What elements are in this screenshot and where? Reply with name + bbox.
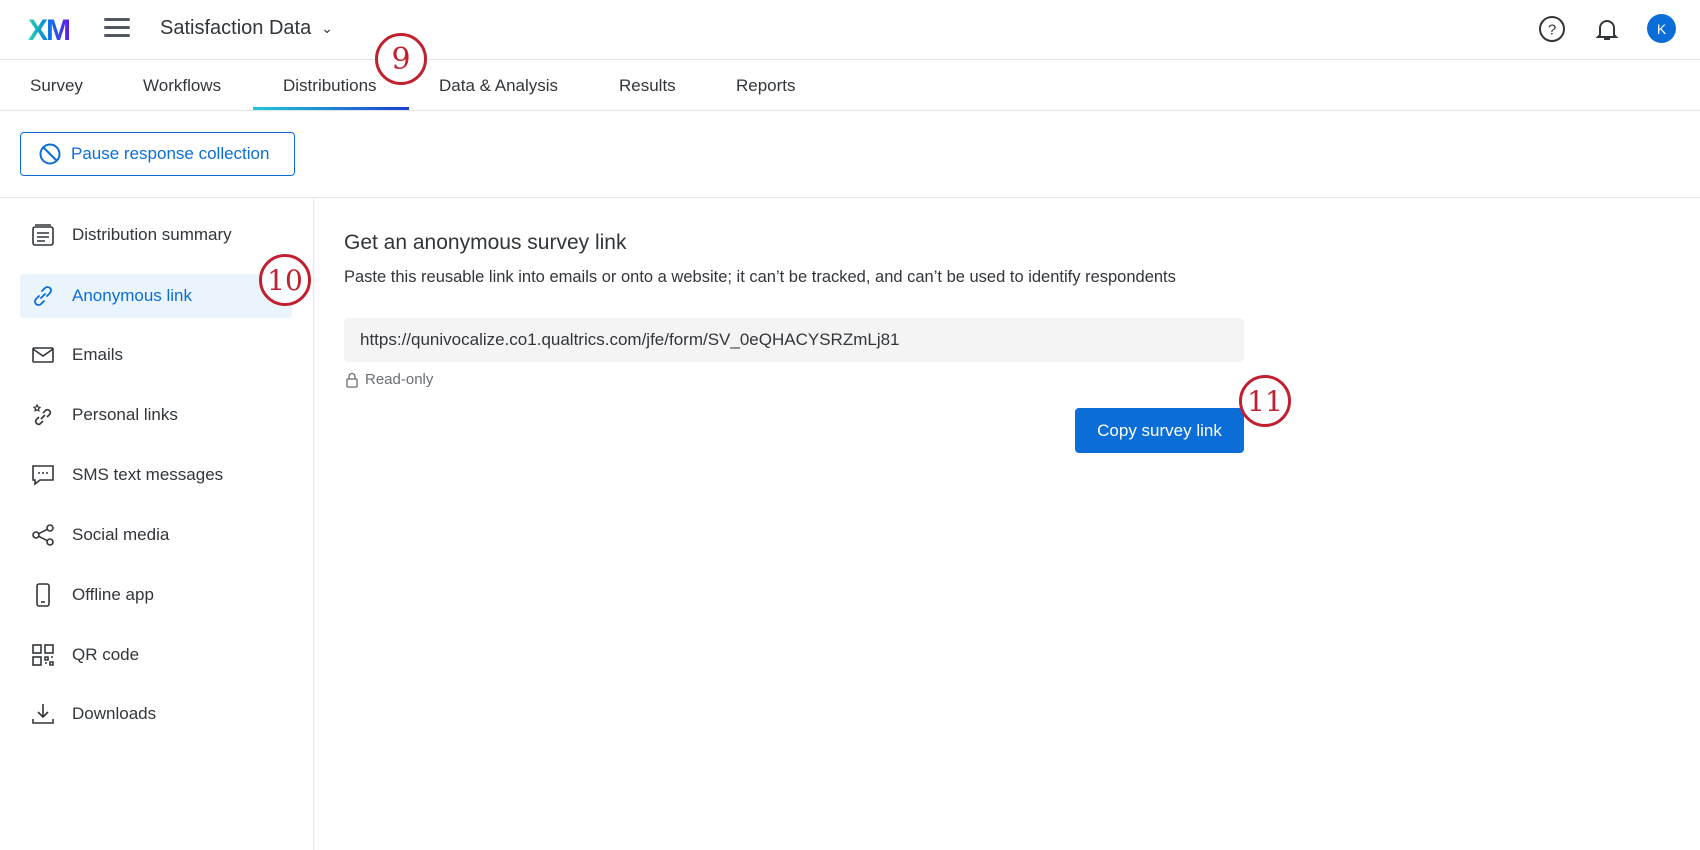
section-description: Paste this reusable link into emails or … bbox=[344, 268, 1176, 286]
tab-survey[interactable]: Survey bbox=[30, 76, 83, 96]
bell-icon[interactable] bbox=[1593, 15, 1621, 43]
personal-link-icon bbox=[32, 403, 52, 426]
survey-link-field[interactable]: https://qunivocalize.co1.qualtrics.com/j… bbox=[344, 318, 1244, 362]
sidebar-item-qr-code[interactable]: QR code bbox=[20, 633, 292, 677]
tab-data-analysis[interactable]: Data & Analysis bbox=[439, 76, 558, 96]
sidebar-item-offline-app[interactable]: Offline app bbox=[20, 573, 292, 617]
svg-text:?: ? bbox=[1548, 22, 1556, 39]
sidebar-label: Anonymous link bbox=[72, 286, 193, 305]
active-tab-indicator bbox=[253, 107, 409, 110]
tab-results[interactable]: Results bbox=[619, 76, 676, 96]
chevron-down-icon: ⌄ bbox=[321, 20, 333, 36]
sidebar-label: Offline app bbox=[72, 585, 154, 604]
sidebar-label: Social media bbox=[72, 525, 170, 544]
help-icon[interactable]: ? bbox=[1538, 15, 1566, 43]
top-header: XM Satisfaction Data ⌄ ? K bbox=[0, 0, 1700, 60]
annotation-marker: 11 bbox=[1239, 375, 1291, 427]
sidebar-item-downloads[interactable]: Downloads bbox=[20, 692, 292, 736]
sidebar-item-anonymous-link[interactable]: Anonymous link bbox=[20, 274, 292, 318]
project-name: Satisfaction Data bbox=[160, 17, 312, 39]
tab-workflows[interactable]: Workflows bbox=[143, 76, 221, 96]
annotation-marker: 10 bbox=[259, 254, 311, 306]
link-icon bbox=[34, 286, 52, 306]
chat-icon bbox=[32, 465, 54, 486]
xm-logo[interactable]: XM bbox=[28, 14, 71, 48]
pause-response-collection-button[interactable]: Pause response collection bbox=[20, 132, 295, 176]
read-only-label: Read-only bbox=[365, 371, 434, 388]
tab-reports[interactable]: Reports bbox=[736, 76, 796, 96]
qr-code-icon bbox=[32, 644, 54, 666]
sidebar-label: Downloads bbox=[72, 704, 157, 723]
lock-icon bbox=[346, 372, 358, 388]
pause-label: Pause response collection bbox=[71, 144, 270, 163]
sidebar-divider bbox=[313, 198, 314, 850]
sidebar-label: SMS text messages bbox=[72, 465, 224, 484]
sidebar-item-emails[interactable]: Emails bbox=[20, 333, 292, 377]
tab-bar: Survey Workflows Distributions Data & An… bbox=[0, 60, 1700, 111]
section-title: Get an anonymous survey link bbox=[344, 231, 627, 254]
phone-icon bbox=[36, 583, 50, 607]
sidebar-item-personal-links[interactable]: Personal links bbox=[20, 393, 292, 437]
menu-icon[interactable] bbox=[104, 18, 130, 38]
annotation-marker: 9 bbox=[375, 33, 427, 85]
share-icon bbox=[32, 524, 54, 546]
summary-icon bbox=[32, 224, 54, 246]
sidebar-item-social-media[interactable]: Social media bbox=[20, 513, 292, 557]
read-only-note: Read-only bbox=[346, 371, 433, 388]
download-icon bbox=[32, 704, 54, 724]
sidebar-label: Personal links bbox=[72, 405, 178, 424]
sidebar-item-distribution-summary[interactable]: Distribution summary bbox=[20, 213, 292, 257]
divider bbox=[0, 197, 1700, 198]
sidebar-label: QR code bbox=[72, 645, 140, 664]
tab-distributions[interactable]: Distributions bbox=[283, 76, 377, 96]
sidebar-item-sms[interactable]: SMS text messages bbox=[20, 453, 292, 497]
avatar[interactable]: K bbox=[1647, 14, 1676, 43]
mail-icon bbox=[32, 347, 54, 363]
copy-survey-link-button[interactable]: Copy survey link bbox=[1075, 408, 1244, 453]
project-selector[interactable]: Satisfaction Data ⌄ bbox=[160, 17, 333, 40]
sidebar-label: Emails bbox=[72, 345, 124, 364]
sidebar-label: Distribution summary bbox=[72, 225, 232, 244]
prohibited-icon bbox=[39, 143, 61, 165]
